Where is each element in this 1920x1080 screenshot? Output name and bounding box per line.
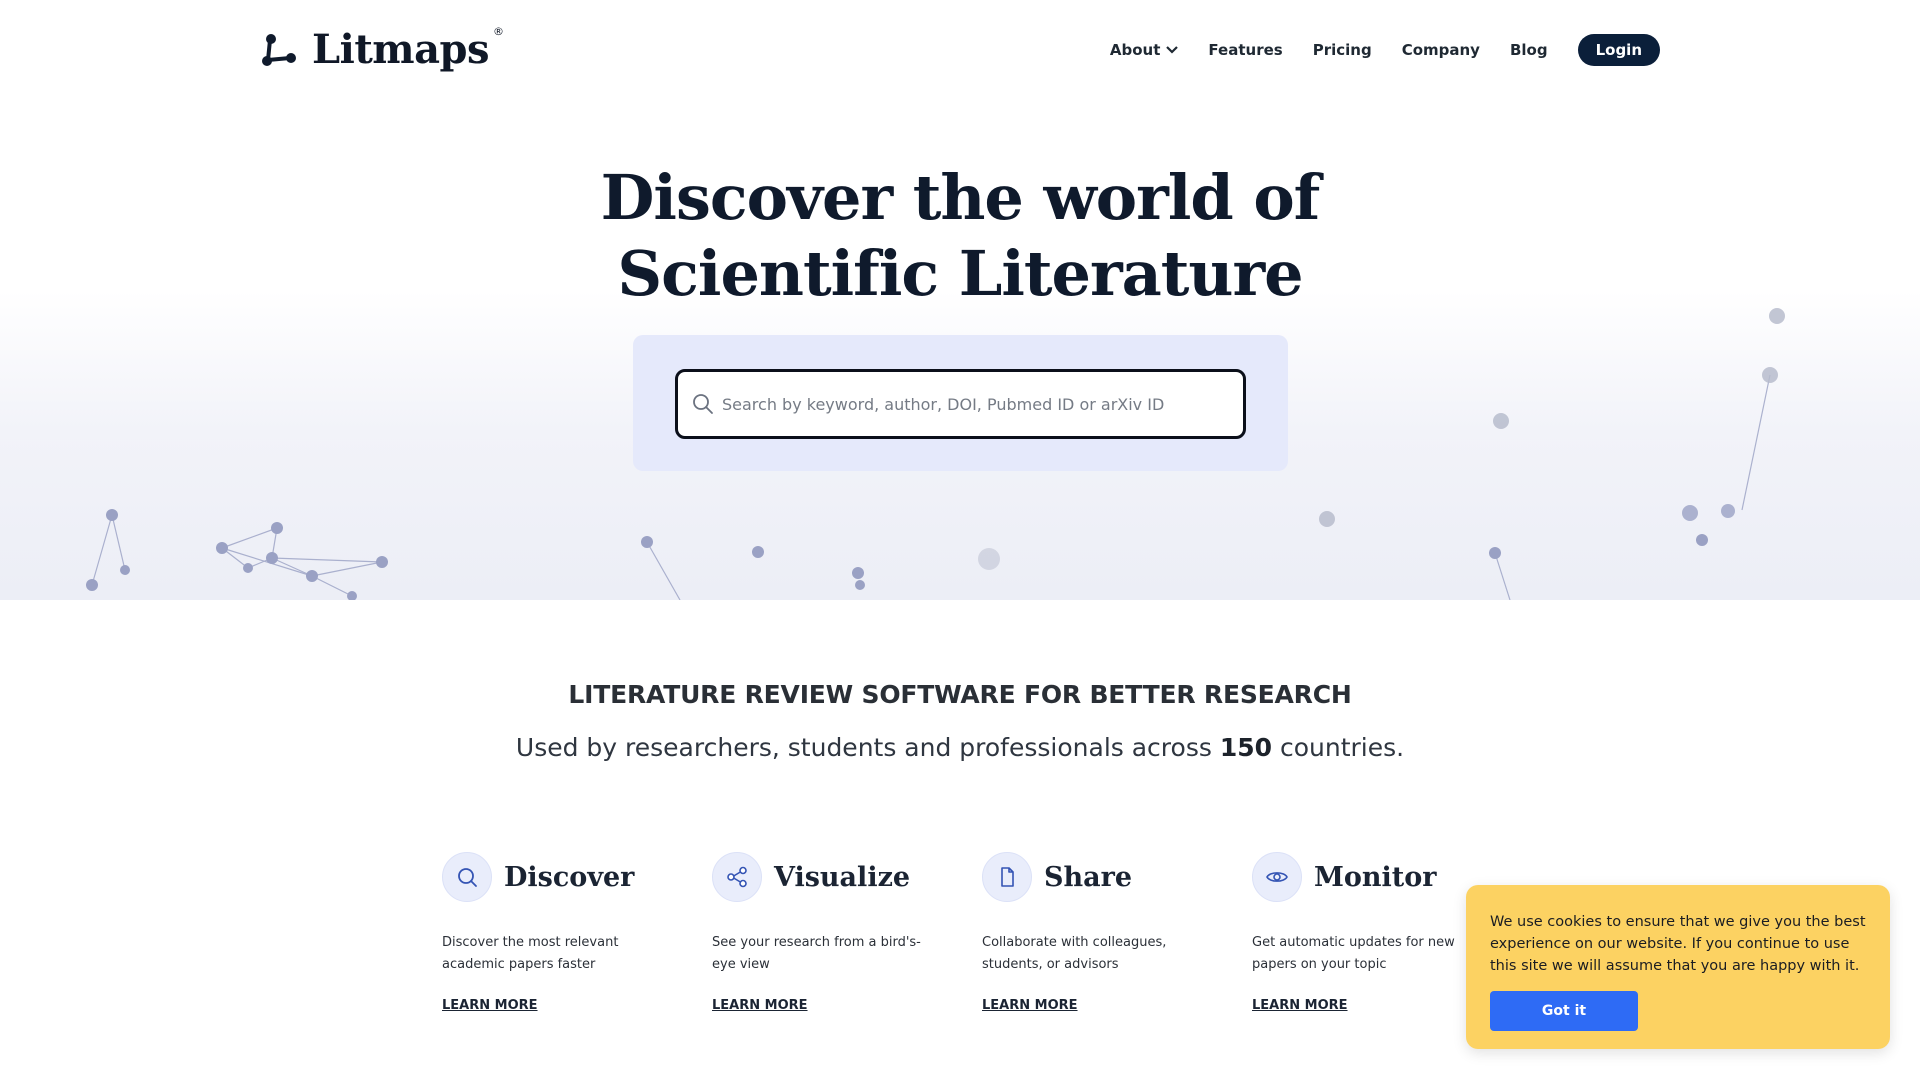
hero-title-line2: Scientific Literature (617, 237, 1303, 310)
learn-more-link[interactable]: LEARN MORE (712, 998, 808, 1013)
feature-description: Discover the most relevant academic pape… (442, 935, 619, 972)
feature-description: See your research from a bird's-eye view (712, 935, 921, 972)
site-header: Litmaps ® About Features Pricing Company… (0, 0, 1920, 100)
registered-mark: ® (493, 25, 505, 38)
hero-title: Discover the world of Scientific Literat… (0, 160, 1920, 312)
tagline-sub-suffix: countries. (1272, 733, 1405, 762)
litmaps-logo-icon (262, 33, 296, 66)
feature-visualize: Visualize See your research from a bird'… (712, 852, 982, 1013)
feature-share: Share Collaborate with colleagues, stude… (982, 852, 1252, 1013)
tagline-subtitle: Used by researchers, students and profes… (0, 733, 1920, 762)
logo[interactable]: Litmaps ® (260, 25, 514, 73)
features-row: Discover Discover the most relevant acad… (442, 852, 1522, 1013)
hero-title-line1: Discover the world of (600, 161, 1321, 234)
search-icon (458, 868, 477, 887)
feature-head: Visualize (712, 852, 982, 902)
country-count: 150 (1219, 733, 1273, 762)
feature-title: Monitor (1314, 861, 1437, 893)
nav-company[interactable]: Company (1402, 41, 1480, 59)
feature-description: Get automatic updates for new papers on … (1252, 935, 1455, 972)
feature-icon-circle (1252, 852, 1302, 902)
cookie-accept-button[interactable]: Got it (1490, 991, 1638, 1031)
nav-about[interactable]: About (1110, 41, 1179, 59)
nav-pricing[interactable]: Pricing (1313, 41, 1372, 59)
feature-icon-circle (712, 852, 762, 902)
feature-icon-circle (442, 852, 492, 902)
document-icon (1001, 867, 1014, 887)
nav-about-label: About (1109, 41, 1161, 59)
share-nodes-icon (727, 866, 747, 888)
nav-blog[interactable]: Blog (1510, 41, 1548, 59)
learn-more-link[interactable]: LEARN MORE (442, 998, 538, 1013)
search-box[interactable] (675, 369, 1246, 439)
feature-discover: Discover Discover the most relevant acad… (442, 852, 712, 1013)
search-input[interactable] (722, 394, 1222, 414)
search-icon (693, 394, 713, 414)
feature-icon-circle (982, 852, 1032, 902)
tagline-title: LITERATURE REVIEW SOFTWARE FOR BETTER RE… (568, 680, 1352, 709)
login-button[interactable]: Login (1577, 34, 1660, 66)
nav-features[interactable]: Features (1208, 41, 1282, 59)
feature-title: Discover (504, 861, 635, 893)
logo-text: Litmaps (312, 26, 490, 73)
cookie-text: We use cookies to ensure that we give yo… (1490, 914, 1866, 974)
feature-head: Share (982, 852, 1252, 902)
feature-title: Visualize (774, 861, 911, 893)
chevron-down-icon (1166, 46, 1179, 54)
feature-title: Share (1044, 861, 1133, 893)
feature-head: Discover (442, 852, 712, 902)
cookie-banner: We use cookies to ensure that we give yo… (1466, 885, 1890, 1049)
feature-description: Collaborate with colleagues, students, o… (982, 935, 1167, 972)
eye-icon (1266, 872, 1288, 882)
learn-more-link[interactable]: LEARN MORE (982, 998, 1078, 1013)
learn-more-link[interactable]: LEARN MORE (1252, 998, 1348, 1013)
main-nav: About Features Pricing Company Blog Logi… (1110, 34, 1660, 66)
search-panel (633, 335, 1288, 471)
tagline-sub-prefix: Used by researchers, students and profes… (515, 733, 1220, 762)
